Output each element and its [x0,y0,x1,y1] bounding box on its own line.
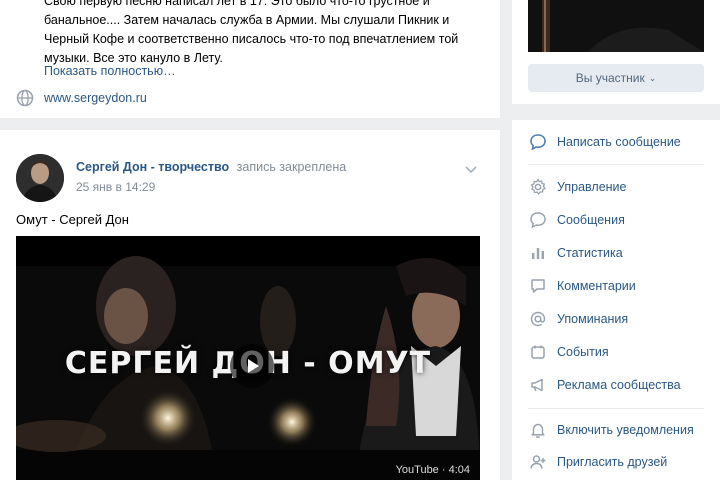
stats-icon [528,243,548,263]
community-cover-card: Вы участник ⌄ [512,0,720,104]
participant-button-label: Вы участник [575,71,645,85]
invite-friends-button[interactable]: Пригласить друзей [512,446,720,478]
post-author-link[interactable]: Сергей Дон - творчество [76,160,229,174]
invite-label: Пригласить друзей [557,455,668,469]
add-user-icon [528,452,548,472]
pinned-label: запись закреплена [236,160,347,174]
calendar-icon [528,342,548,362]
about-text: Свою первую песню написал лет в 17. Это … [44,0,459,65]
website-row[interactable]: www.sergeydon.ru [16,88,147,108]
post-header: Сергей Дон - творчество запись закреплен… [76,160,346,174]
menu-item-label: Комментарии [557,279,636,293]
menu-item-manage[interactable]: Управление [512,171,720,203]
menu-item-mentions[interactable]: Упоминания [512,303,720,335]
website-link[interactable]: www.sergeydon.ru [44,91,147,105]
post-title: Омут - Сергей Дон [16,212,129,227]
post-date[interactable]: 25 янв в 14:29 [76,180,155,194]
menu-item-label: Статистика [557,246,623,260]
menu-item-label: Реклама сообщества [557,378,681,392]
bell-icon [528,420,548,440]
menu-item-stats[interactable]: Статистика [512,237,720,269]
menu-item-comments[interactable]: Комментарии [512,270,720,302]
community-menu: Написать сообщение Управление Сообщения … [512,120,720,480]
avatar[interactable] [16,154,64,202]
video-player[interactable]: СЕРГЕЙ ДОН - ОМУТ YouTube · 4:04 [16,236,480,480]
menu-item-events[interactable]: События [512,336,720,368]
divider [528,164,704,165]
menu-item-label: Сообщения [557,213,625,227]
play-button[interactable] [230,344,274,388]
divider [528,408,704,409]
menu-item-ads[interactable]: Реклама сообщества [512,369,720,401]
gear-icon [528,177,548,197]
message-icon [528,210,548,230]
mention-icon [528,309,548,329]
enable-notifications-button[interactable]: Включить уведомления [512,414,720,446]
participant-button[interactable]: Вы участник ⌄ [528,64,704,92]
write-message-button[interactable]: Написать сообщение [512,126,720,158]
community-cover-photo[interactable] [528,0,704,52]
pinned-post: Сергей Дон - творчество запись закреплен… [0,130,500,480]
globe-icon [16,89,34,107]
menu-item-label: Упоминания [557,312,629,326]
chevron-down-icon[interactable] [464,164,478,174]
cover-photo [528,0,704,52]
about-card: Свою первую песню написал лет в 17. Это … [0,0,500,118]
menu-item-messages[interactable]: Сообщения [512,204,720,236]
write-message-label: Написать сообщение [557,135,681,149]
menu-item-label: События [557,345,609,359]
notifications-label: Включить уведомления [557,423,694,437]
video-source-badge: YouTube · 4:04 [395,464,470,476]
comment-icon [528,276,548,296]
megaphone-icon [528,375,548,395]
avatar-photo [16,154,64,202]
message-icon [528,132,548,152]
show-more-link[interactable]: Показать полностью… [44,64,176,78]
play-icon [248,359,259,373]
chevron-down-icon: ⌄ [648,72,657,83]
menu-item-label: Управление [557,180,627,194]
